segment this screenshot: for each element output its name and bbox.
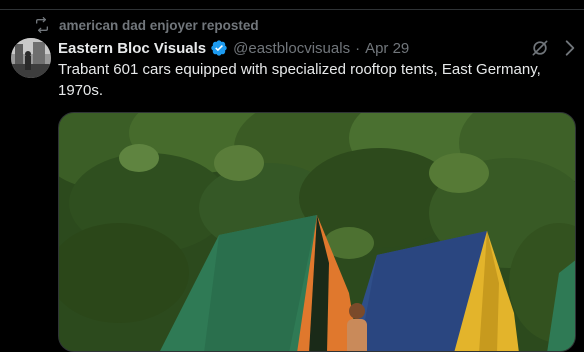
repost-icon	[34, 17, 50, 33]
avatar[interactable]	[11, 38, 51, 78]
header-separator: ·	[355, 39, 361, 57]
more-icon[interactable]	[560, 38, 580, 58]
grok-icon[interactable]	[530, 38, 550, 58]
tweet-text: Trabant 601 cars equipped with specializ…	[58, 61, 541, 99]
top-divider	[0, 9, 584, 10]
verified-badge-icon	[211, 40, 227, 56]
repost-context[interactable]: american dad enjoyer reposted	[34, 16, 259, 34]
tweet-date[interactable]: Apr 29	[365, 40, 409, 57]
repost-text: american dad enjoyer reposted	[59, 17, 259, 33]
tweet-header: Eastern Bloc Visuals @eastblocvisuals · …	[58, 37, 409, 59]
tweet-media-photo[interactable]	[58, 112, 576, 352]
author-handle[interactable]: @eastblocvisuals	[233, 40, 350, 57]
author-display-name[interactable]: Eastern Bloc Visuals	[58, 40, 206, 57]
